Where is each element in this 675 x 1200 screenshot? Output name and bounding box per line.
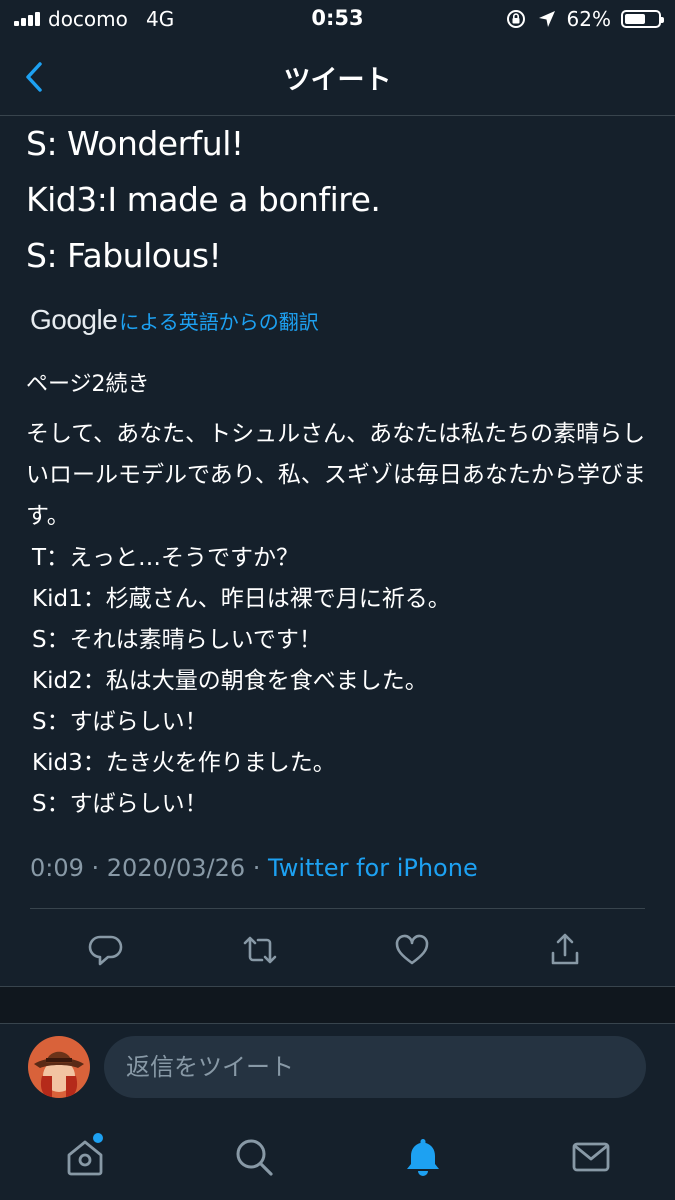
tweet-meta: 0:09 · 2020/03/26 · Twitter for iPhone <box>30 854 478 882</box>
translated-line: T：えっと…そうですか？ <box>32 545 300 571</box>
section-separator <box>0 986 675 1024</box>
retweet-icon <box>243 936 277 964</box>
messages-icon <box>572 1142 610 1172</box>
notifications-icon <box>407 1139 439 1176</box>
page-title: ツイート <box>283 65 392 96</box>
battery-percent: 62% <box>566 7 611 31</box>
tab-home[interactable] <box>61 1131 109 1181</box>
translated-line: Kid3：たき火を作りました。 <box>32 750 336 776</box>
reply-input[interactable] <box>104 1036 646 1098</box>
battery-icon <box>621 10 664 28</box>
like-icon <box>395 934 429 965</box>
source-app-link[interactable]: Twitter for iPhone <box>268 854 478 882</box>
status-bar: docomo 4G 0:53 62% <box>0 0 675 38</box>
translated-line: Kid1：杉蔵さん、昨日は裸で月に祈る。 <box>32 586 451 612</box>
reply-button[interactable] <box>84 928 128 972</box>
reply-composer <box>0 1023 675 1115</box>
translated-line: S：すばらしい！ <box>32 709 208 735</box>
share-button[interactable] <box>543 928 587 972</box>
tweet-text-line: S: Wonderful! <box>26 124 244 163</box>
like-button[interactable] <box>390 928 434 972</box>
tweet-text-line: Kid3:I made a bonfire. <box>26 180 381 219</box>
orientation-lock-icon <box>506 10 525 28</box>
tab-messages[interactable] <box>567 1133 615 1181</box>
google-logo: Google <box>30 304 118 335</box>
status-icons: 62% <box>505 6 664 32</box>
translation-label: による英語からの翻訳 <box>119 309 319 334</box>
reply-icon <box>88 935 123 966</box>
search-icon <box>236 1139 273 1176</box>
home-notification-dot <box>91 1131 105 1145</box>
translated-line: S：それは素晴らしいです！ <box>32 627 322 653</box>
tab-search[interactable] <box>230 1133 278 1181</box>
nav-bar: ツイート <box>0 38 675 116</box>
tab-notifications[interactable] <box>399 1133 447 1181</box>
translated-paragraph: そして、あなた、トシュルさん、あなたは私たちの素晴らしいロールモデルであり、私、… <box>26 421 646 529</box>
tab-bar <box>0 1115 675 1200</box>
tweet-text-line: S: Fabulous! <box>26 236 222 275</box>
tweet-timestamp: 0:09 · 2020/03/26 · <box>30 854 268 882</box>
share-icon <box>551 933 579 965</box>
divider <box>30 908 645 909</box>
translated-page-note: ページ2続き <box>26 372 150 397</box>
location-icon <box>538 11 555 27</box>
translation-link[interactable]: Google による英語からの翻訳 <box>30 304 319 336</box>
avatar[interactable] <box>28 1036 90 1098</box>
translated-line: S：すばらしい！ <box>32 791 208 817</box>
retweet-button[interactable] <box>238 928 282 972</box>
tweet-actions <box>0 928 675 972</box>
translated-line: Kid2：私は大量の朝食を食べました。 <box>32 668 428 694</box>
